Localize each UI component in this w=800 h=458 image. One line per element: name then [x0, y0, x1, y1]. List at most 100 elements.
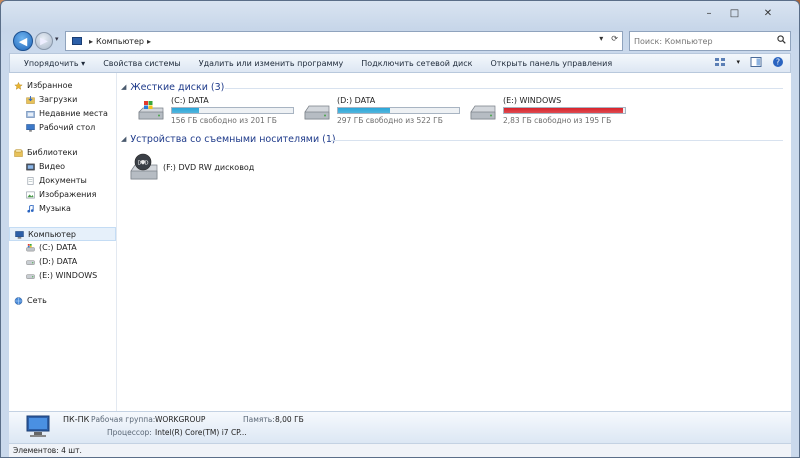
nav-libraries-label: Библиотеки	[27, 148, 78, 157]
nav-item-desktop[interactable]: Рабочий стол	[9, 121, 116, 135]
maximize-button[interactable]: □	[722, 5, 747, 22]
nav-item-label: (C:) DATA	[39, 243, 77, 252]
explorer-window: – □ ✕ ◀ ▶ ▾ ▸ Компьютер ▸ ▾ ⟳ Поиск: Ком…	[0, 0, 800, 458]
documents-icon	[27, 177, 34, 185]
nav-item-recent-places[interactable]: Недавние места	[9, 107, 116, 121]
nav-item-label: Рабочий стол	[39, 123, 96, 132]
nav-item-downloads[interactable]: Загрузки	[9, 93, 116, 107]
drive-usage-bar	[503, 107, 626, 114]
drive-name: (E:) WINDOWS	[503, 96, 562, 105]
open-control-panel-button[interactable]: Открыть панель управления	[481, 59, 621, 68]
computer-icon	[72, 37, 82, 45]
drive-f-dvd[interactable]: DVD (F:) DVD RW дисковод	[129, 153, 289, 185]
recent-pages-dropdown[interactable]: ▾	[55, 35, 59, 43]
nav-item-pictures[interactable]: Изображения	[9, 188, 116, 202]
nav-favorites[interactable]: Избранное	[9, 79, 116, 93]
nav-item-label: Видео	[39, 162, 66, 171]
refresh-icon[interactable]: ⟳	[611, 34, 618, 43]
downloads-folder-icon	[26, 96, 35, 104]
back-arrow-icon: ◀	[18, 35, 28, 48]
collapse-icon: ◢	[121, 135, 127, 143]
search-box[interactable]	[629, 31, 791, 51]
drive-e[interactable]: (E:) WINDOWS 2,83 ГБ свободно из 195 ГБ	[469, 96, 629, 126]
drive-d[interactable]: (D:) DATA 297 ГБ свободно из 522 ГБ	[303, 96, 463, 126]
address-history-icon[interactable]: ▾	[599, 34, 603, 43]
drive-name: (F:) DVD RW дисковод	[163, 163, 255, 172]
svg-text:?: ?	[776, 58, 780, 67]
nav-favorites-label: Избранное	[27, 81, 73, 90]
nav-computer[interactable]: Компьютер	[9, 227, 116, 241]
pictures-icon	[26, 191, 35, 199]
dvd-logo: DVD	[137, 161, 148, 167]
nav-item-label: Изображения	[39, 190, 97, 199]
nav-item-label: Документы	[39, 176, 87, 185]
group-title: Жесткие диски (3)	[130, 81, 225, 93]
hard-drive-icon	[304, 105, 330, 120]
hard-drive-icon	[26, 260, 35, 265]
workgroup-label: Рабочая группа:	[91, 415, 156, 424]
windows-drive-icon	[26, 244, 35, 252]
star-icon	[14, 82, 23, 90]
forward-arrow-icon: ▶	[40, 36, 48, 47]
nav-item-documents[interactable]: Документы	[9, 174, 116, 188]
address-bar[interactable]: ▸ Компьютер ▸ ▾ ⟳	[65, 31, 623, 51]
nav-item-drive-c[interactable]: (C:) DATA	[9, 241, 116, 255]
group-header-removable[interactable]: ◢ Устройства со съемными носителями (1)	[121, 132, 336, 146]
back-button[interactable]: ◀	[13, 31, 33, 51]
nav-network[interactable]: Сеть	[9, 294, 116, 308]
breadcrumb-computer[interactable]: Компьютер	[96, 37, 144, 46]
drive-name: (D:) DATA	[337, 96, 376, 105]
video-icon	[26, 163, 35, 171]
computer-icon	[26, 415, 50, 437]
change-view-icon[interactable]	[714, 56, 726, 68]
main-area: Избранное Загрузки Недавние места Рабочи…	[9, 73, 791, 428]
nav-libraries[interactable]: Библиотеки	[9, 146, 116, 160]
nav-item-video[interactable]: Видео	[9, 160, 116, 174]
desktop-icon	[26, 124, 35, 132]
drive-free-space: 297 ГБ свободно из 522 ГБ	[337, 116, 443, 125]
group-header-hard-disks[interactable]: ◢ Жесткие диски (3)	[121, 80, 224, 94]
content-pane: ◢ Жесткие диски (3) (C:) DATA 156 ГБ сво…	[117, 73, 791, 428]
nav-item-label: Музыка	[39, 204, 71, 213]
nav-item-music[interactable]: Музыка	[9, 202, 116, 216]
minimize-button[interactable]: –	[696, 5, 722, 22]
search-icon[interactable]	[777, 35, 786, 44]
drive-c[interactable]: (C:) DATA 156 ГБ свободно из 201 ГБ	[137, 96, 297, 126]
search-input[interactable]	[634, 32, 770, 50]
caption-buttons: – □ ✕	[696, 5, 789, 22]
group-title: Устройства со съемными носителями (1)	[130, 133, 336, 145]
organize-button[interactable]: Упорядочить ▾	[10, 59, 94, 68]
nav-computer-label: Компьютер	[28, 230, 76, 239]
cpu-value: Intel(R) Core(TM) i7 CP...	[155, 428, 247, 437]
nav-item-drive-e[interactable]: (E:) WINDOWS	[9, 269, 116, 283]
drive-usage-bar	[337, 107, 460, 114]
forward-button[interactable]: ▶	[35, 32, 53, 50]
nav-item-label: Недавние места	[39, 109, 108, 118]
navigation-pane: Избранное Загрузки Недавние места Рабочи…	[9, 73, 117, 428]
view-options-dropdown[interactable]: ▾	[736, 58, 740, 66]
help-icon[interactable]: ?	[772, 56, 784, 68]
memory-value: 8,00 ГБ	[275, 415, 304, 424]
dvd-drive-icon: DVD	[130, 153, 158, 180]
uninstall-program-button[interactable]: Удалить или изменить программу	[190, 59, 353, 68]
windows-drive-icon	[138, 101, 164, 120]
close-button[interactable]: ✕	[747, 5, 789, 22]
preview-pane-icon[interactable]	[750, 56, 762, 68]
computer-name: ПК-ПК	[63, 415, 90, 424]
nav-item-label: (D:) DATA	[39, 257, 78, 266]
nav-item-drive-d[interactable]: (D:) DATA	[9, 255, 116, 269]
map-network-drive-button[interactable]: Подключить сетевой диск	[352, 59, 481, 68]
status-bar: Элементов: 4 шт.	[9, 443, 791, 457]
drive-usage-fill	[504, 108, 624, 113]
nav-item-label: (E:) WINDOWS	[39, 271, 98, 280]
navigation-bar: ◀ ▶ ▾ ▸ Компьютер ▸ ▾ ⟳	[9, 29, 791, 53]
system-properties-button[interactable]: Свойства системы	[94, 59, 190, 68]
drive-free-space: 156 ГБ свободно из 201 ГБ	[171, 116, 277, 125]
drive-name: (C:) DATA	[171, 96, 209, 105]
hard-drive-icon	[26, 274, 35, 279]
collapse-icon: ◢	[121, 83, 127, 91]
breadcrumb-separator-end[interactable]: ▸	[147, 37, 151, 46]
breadcrumb-separator[interactable]: ▸	[89, 37, 93, 46]
group-divider	[225, 88, 783, 89]
computer-icon	[15, 231, 24, 239]
